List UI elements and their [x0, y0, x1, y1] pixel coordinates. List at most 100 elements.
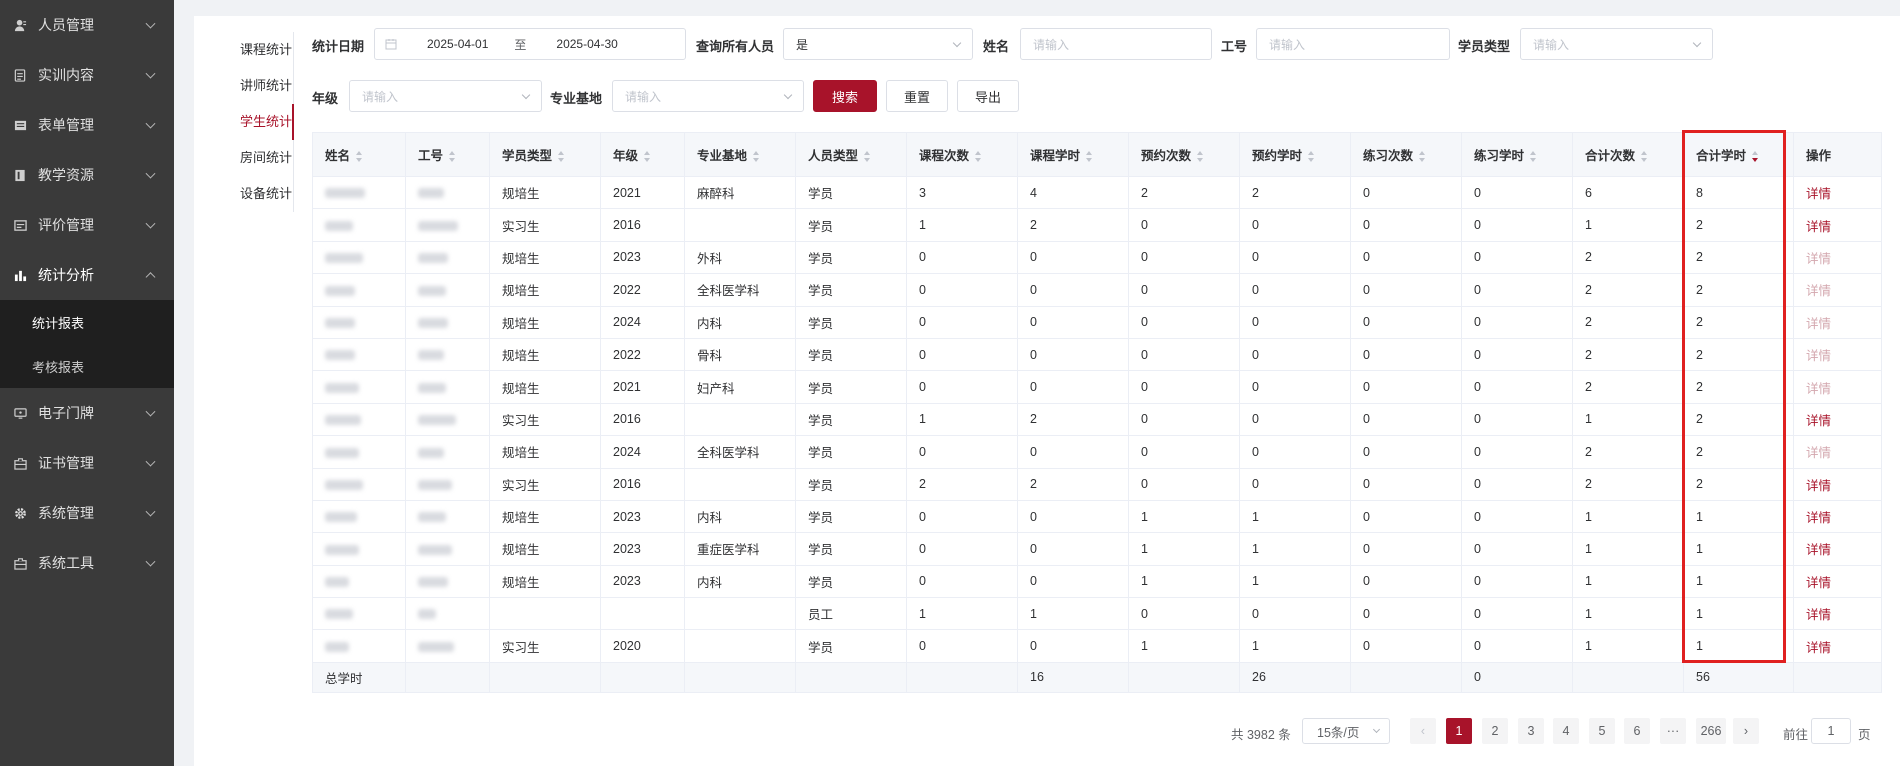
submenu-item-stat-report[interactable]: 统计报表 [0, 300, 174, 344]
sort-icon[interactable] [1086, 151, 1093, 163]
sidebar-item-forms[interactable]: 表单管理 [0, 100, 174, 150]
detail-link[interactable]: 详情 [1806, 187, 1831, 201]
sort-icon[interactable] [449, 151, 456, 163]
sidebar-item-door-sign[interactable]: 电子门牌 [0, 388, 174, 438]
id-input[interactable]: 请输入 [1256, 28, 1450, 60]
col-id[interactable]: 工号 [405, 132, 490, 177]
table-row: 规培生 2024 内科 学员 0 0 0 0 0 0 2 2 详情 [312, 305, 1882, 339]
subtab-student-stat[interactable]: 学生统计 [224, 104, 294, 140]
subtab-course-stat[interactable]: 课程统计 [224, 32, 293, 68]
subtab-lecturer-stat[interactable]: 讲师统计 [224, 68, 293, 104]
sort-icon[interactable] [558, 151, 565, 163]
toolbox-icon [12, 555, 28, 571]
cell-c1: 3 [906, 175, 1018, 210]
detail-link[interactable]: 详情 [1806, 252, 1831, 266]
name-input[interactable]: 请输入 [1020, 28, 1212, 60]
cell-actions: 详情 [1793, 597, 1882, 631]
sidebar-item-evaluation[interactable]: 评价管理 [0, 200, 174, 250]
page-size-select[interactable]: 15条/页 [1302, 718, 1390, 744]
col-total-hours[interactable]: 合计学时 [1683, 132, 1794, 177]
detail-link[interactable]: 详情 [1806, 220, 1831, 234]
cell-id-redacted [405, 402, 490, 437]
detail-link[interactable]: 详情 [1806, 543, 1831, 557]
sidebar-item-resources[interactable]: 教学资源 [0, 150, 174, 200]
page-ellipsis[interactable]: ··· [1660, 718, 1686, 744]
page-number-button[interactable]: 3 [1518, 718, 1544, 744]
col-grade[interactable]: 年级 [600, 132, 685, 177]
subtab-device-stat[interactable]: 设备统计 [224, 176, 293, 212]
sort-icon[interactable] [1419, 151, 1426, 163]
col-student-type[interactable]: 学员类型 [489, 132, 601, 177]
cell-c7: 2 [1572, 337, 1684, 372]
sidebar-item-statistics[interactable]: 统计分析 [0, 250, 174, 300]
col-total-count[interactable]: 合计次数 [1572, 132, 1684, 177]
student-type-select[interactable]: 请输入 [1520, 28, 1713, 60]
cell-c6: 0 [1461, 499, 1573, 534]
date-end-value[interactable]: 2025-04-30 [556, 37, 617, 51]
cell-ptype: 学员 [795, 532, 907, 566]
sidebar-item-system-management[interactable]: 系统管理 [0, 488, 174, 538]
grade-select[interactable]: 请输入 [349, 80, 542, 112]
sort-icon[interactable] [1530, 151, 1537, 163]
detail-link[interactable]: 详情 [1806, 479, 1831, 493]
page-number-button[interactable]: 266 [1696, 718, 1726, 744]
page-number-button[interactable]: 5 [1589, 718, 1615, 744]
base-placeholder: 请输入 [625, 89, 662, 104]
col-booking-count[interactable]: 预约次数 [1128, 132, 1240, 177]
sort-icon[interactable] [975, 151, 982, 163]
col-course-count[interactable]: 课程次数 [906, 132, 1018, 177]
base-select[interactable]: 请输入 [612, 80, 804, 112]
detail-link[interactable]: 详情 [1806, 349, 1831, 363]
col-booking-hours[interactable]: 预约学时 [1239, 132, 1351, 177]
col-name[interactable]: 姓名 [312, 132, 406, 177]
submenu-item-exam-report[interactable]: 考核报表 [0, 344, 174, 388]
detail-link[interactable]: 详情 [1806, 284, 1831, 298]
table-row: 规培生 2023 内科 学员 0 0 1 1 0 0 1 1 详情 [312, 499, 1882, 534]
reset-button[interactable]: 重置 [886, 80, 948, 112]
cell-c4: 0 [1239, 370, 1351, 404]
query-all-select[interactable]: 是 [783, 28, 973, 60]
footer-cell-empty [906, 661, 1018, 693]
date-start-value[interactable]: 2025-04-01 [427, 37, 488, 51]
detail-link[interactable]: 详情 [1806, 317, 1831, 331]
sort-icon[interactable] [1641, 151, 1648, 163]
detail-link[interactable]: 详情 [1806, 608, 1831, 622]
page-number-button[interactable]: 6 [1624, 718, 1650, 744]
col-course-hours[interactable]: 课程学时 [1017, 132, 1129, 177]
prev-page-button[interactable]: ‹ [1410, 718, 1436, 744]
page-number-button[interactable]: 4 [1553, 718, 1579, 744]
detail-link[interactable]: 详情 [1806, 641, 1831, 655]
sidebar-item-training[interactable]: 实训内容 [0, 50, 174, 100]
detail-link[interactable]: 详情 [1806, 414, 1831, 428]
export-button[interactable]: 导出 [957, 80, 1019, 112]
sidebar-item-certificates[interactable]: 证书管理 [0, 438, 174, 488]
goto-page-input[interactable]: 1 [1811, 718, 1851, 744]
date-range-picker[interactable]: 2025-04-01 至 2025-04-30 [374, 28, 686, 60]
sort-icon[interactable] [644, 151, 651, 163]
cell-base: 骨科 [684, 337, 796, 372]
search-button[interactable]: 搜索 [813, 80, 877, 112]
sort-desc-icon[interactable] [1752, 151, 1759, 163]
cell-ptype: 学员 [795, 337, 907, 372]
redacted-text [418, 188, 444, 199]
sort-icon[interactable] [753, 151, 760, 163]
sidebar-item-system-tools[interactable]: 系统工具 [0, 538, 174, 588]
subtab-room-stat[interactable]: 房间统计 [224, 140, 293, 176]
col-practice-hours[interactable]: 练习学时 [1461, 132, 1573, 177]
col-practice-count[interactable]: 练习次数 [1350, 132, 1462, 177]
page-number-button[interactable]: 2 [1482, 718, 1508, 744]
sort-icon[interactable] [1197, 151, 1204, 163]
col-label: 年级 [613, 149, 639, 163]
col-base[interactable]: 专业基地 [684, 132, 796, 177]
sort-icon[interactable] [1308, 151, 1315, 163]
sort-icon[interactable] [356, 151, 363, 163]
detail-link[interactable]: 详情 [1806, 382, 1831, 396]
detail-link[interactable]: 详情 [1806, 446, 1831, 460]
next-page-button[interactable]: › [1733, 718, 1759, 744]
detail-link[interactable]: 详情 [1806, 511, 1831, 525]
sidebar-item-personnel[interactable]: 人员管理 [0, 0, 174, 50]
page-number-button[interactable]: 1 [1446, 718, 1472, 744]
sort-icon[interactable] [864, 151, 871, 163]
detail-link[interactable]: 详情 [1806, 576, 1831, 590]
col-person-type[interactable]: 人员类型 [795, 132, 907, 177]
